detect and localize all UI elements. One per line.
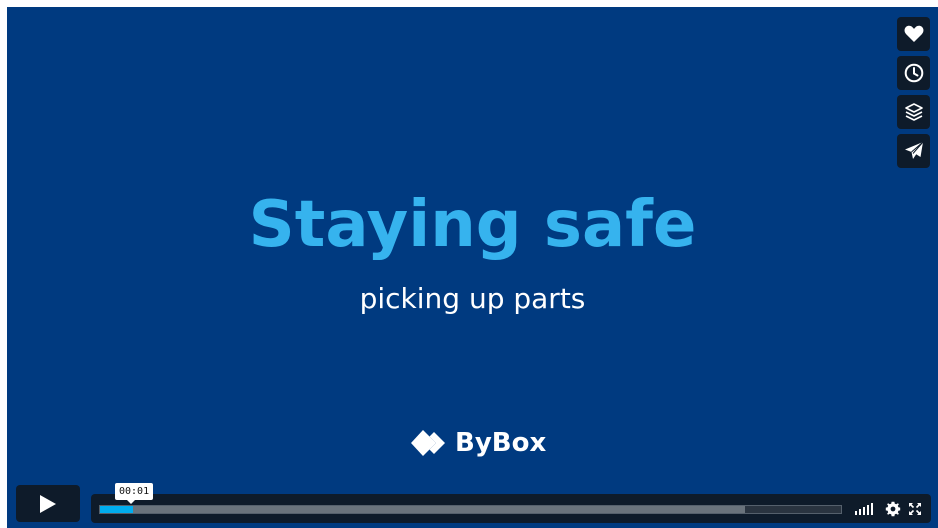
heart-icon xyxy=(904,25,923,42)
gear-icon xyxy=(885,501,900,516)
volume-bar xyxy=(863,507,865,515)
volume-control[interactable] xyxy=(855,502,873,515)
brand-name: ByBox xyxy=(455,428,547,458)
fullscreen-button[interactable] xyxy=(906,500,923,517)
settings-button[interactable] xyxy=(884,500,901,517)
side-actions xyxy=(897,17,930,168)
progress-buffered xyxy=(100,506,745,513)
paper-plane-icon xyxy=(904,141,923,159)
volume-bar xyxy=(871,503,873,515)
share-button[interactable] xyxy=(897,134,930,168)
volume-bar xyxy=(855,511,857,515)
collections-button[interactable] xyxy=(897,95,930,129)
fullscreen-icon xyxy=(908,502,921,515)
video-player[interactable]: Staying safe picking up parts ByBox 00:0… xyxy=(7,7,938,528)
current-time-tooltip: 00:01 xyxy=(115,483,154,504)
control-bar xyxy=(91,494,931,523)
like-button[interactable] xyxy=(897,17,930,51)
watch-later-button[interactable] xyxy=(897,56,930,90)
brand-logo: ByBox xyxy=(411,428,546,458)
video-subtitle: picking up parts xyxy=(359,282,586,315)
volume-bar xyxy=(867,505,869,515)
clock-icon xyxy=(904,63,923,83)
bybox-logo-icon xyxy=(411,430,445,456)
play-icon xyxy=(40,494,56,513)
progress-bar[interactable] xyxy=(99,505,842,514)
play-button[interactable] xyxy=(16,485,80,522)
video-title: Staying safe xyxy=(248,188,697,262)
volume-bar xyxy=(859,509,861,515)
layers-icon xyxy=(904,103,923,121)
progress-played xyxy=(100,506,134,513)
